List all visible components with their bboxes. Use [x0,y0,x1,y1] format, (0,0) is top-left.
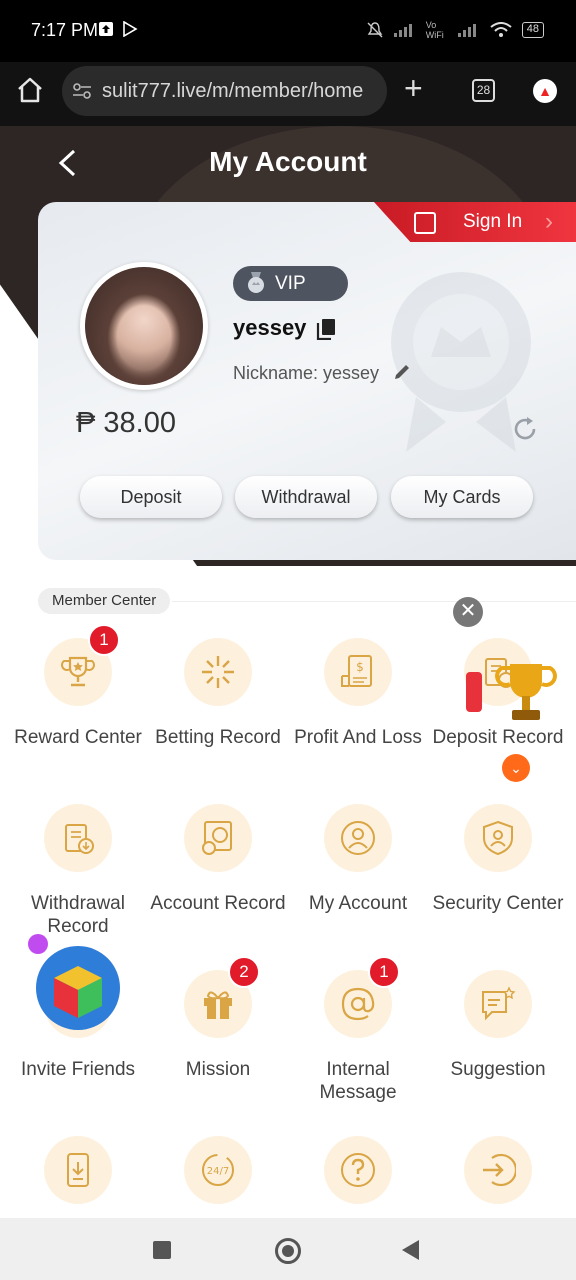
money-document-icon: $ [324,638,392,706]
grid-item-account-record[interactable]: Account Record [148,804,288,915]
page-title: My Account [209,146,367,177]
avatar-image [85,267,203,385]
sign-in-label[interactable]: Sign In [463,211,522,233]
notification-badge: 1 [368,956,400,988]
grid-item-my-account[interactable]: My Account [288,804,428,915]
chevron-right-icon[interactable]: › [545,208,553,236]
upload-notification-icon [99,22,113,36]
mute-icon [367,22,383,38]
account-record-icon [184,804,252,872]
user-icon [324,804,392,872]
grid-label: My Account [308,893,408,914]
avatar-hair [85,267,203,385]
url-bar[interactable]: sulit777.live/m/member/home [62,66,387,116]
tabs-count-button[interactable]: 28 [472,79,495,102]
update-arrow-icon[interactable]: ▲ [533,79,557,103]
grid-label: Suggestion [450,1059,546,1080]
grid-item-download[interactable] [8,1136,148,1204]
member-center-tag: Member Center [38,588,171,614]
floating-cube-icon[interactable] [24,930,122,1030]
grid-label: Mission [185,1059,251,1080]
section-divider [172,601,576,602]
grid-item-help[interactable] [288,1136,428,1204]
vip-medal-icon [248,272,264,293]
grid-item-profit-and-loss[interactable]: $ Profit And Loss [288,638,428,749]
grid-label: Betting Record [155,727,281,748]
grid-item-suggestion[interactable]: Suggestion [428,970,568,1081]
copy-icon[interactable] [316,318,336,340]
status-bar: 7:17 PM Vo WiFi 48 [0,0,576,62]
home-circle-icon[interactable] [275,1238,301,1264]
back-triangle-icon[interactable] [402,1240,419,1260]
wifi-icon [490,22,512,37]
my-cards-button[interactable]: My Cards [391,476,533,518]
scroll-down-icon[interactable]: ⌄ [502,754,530,782]
suggestion-icon [464,970,532,1038]
vip-label: VIP [275,273,306,294]
calendar-check-icon [414,212,436,234]
grid-label: Account Record [150,893,286,914]
battery-indicator: 48 [521,22,544,38]
close-floating-ad-icon[interactable]: ✕ [453,597,483,627]
balance-amount: ₱ 38.00 [76,407,176,439]
notification-badge: 1 [88,624,120,656]
home-icon[interactable] [16,76,44,104]
signal-icon-2 [457,24,476,37]
support-24-7-icon: 24/7 [184,1136,252,1204]
grid-label: Deposit Record [432,727,564,748]
page-content: My Account Sign In › VIP yessey Nickname… [0,126,576,1218]
grid-item-betting-record[interactable]: Betting Record [148,638,288,749]
edit-pencil-icon[interactable] [392,362,412,382]
withdrawal-button[interactable]: Withdrawal [235,476,377,518]
status-time: 7:17 PM [31,20,99,40]
grid-label: Invite Friends [20,1059,136,1080]
account-card: Sign In › VIP yessey Nickname: yessey ₱ … [38,202,576,560]
play-store-icon [123,21,138,37]
status-right: Vo WiFi 48 [366,20,544,40]
notification-icons [98,21,138,37]
logout-icon [464,1136,532,1204]
nickname: Nickname: yessey [233,363,380,383]
vowifi-label: Vo WiFi [425,20,444,40]
system-navigation-bar [0,1218,576,1280]
question-icon [324,1136,392,1204]
grid-label: Internal Message [319,1059,397,1103]
site-settings-icon[interactable] [72,66,92,116]
url-text: sulit777.live/m/member/home [102,80,364,102]
refresh-icon[interactable] [511,415,539,443]
recent-apps-icon[interactable] [153,1241,171,1259]
grid-item-internal-message[interactable]: Internal Message 1 [288,956,428,1104]
deposit-button[interactable]: Deposit [80,476,222,518]
grid-item-customer-service[interactable]: 24/7 [148,1136,288,1204]
browser-toolbar: sulit777.live/m/member/home + 28 ▲ [0,62,576,126]
floating-trophy-icon[interactable] [466,658,566,728]
grid-item-reward-center[interactable]: Reward Center 1 [8,624,148,749]
grid-item-withdrawal-record[interactable]: Withdrawal Record [8,804,148,938]
vip-badge[interactable]: VIP [233,266,348,301]
avatar[interactable] [80,262,208,390]
grid-label: Reward Center [14,727,142,748]
username: yessey [233,315,307,340]
svg-text:24/7: 24/7 [207,1166,229,1177]
grid-item-logout[interactable] [428,1136,568,1204]
grid-label: Security Center [432,893,564,914]
notification-badge: 2 [228,956,260,988]
grid-item-mission[interactable]: Mission 2 [148,956,288,1081]
star-burst-icon [184,638,252,706]
grid-item-security-center[interactable]: Security Center [428,804,568,915]
withdrawal-record-icon [44,804,112,872]
grid-label: Profit And Loss [294,727,422,748]
shield-user-icon [464,804,532,872]
svg-text:$: $ [356,660,364,674]
download-app-icon [44,1136,112,1204]
signal-icon [393,24,412,37]
new-tab-icon[interactable]: + [404,72,423,104]
